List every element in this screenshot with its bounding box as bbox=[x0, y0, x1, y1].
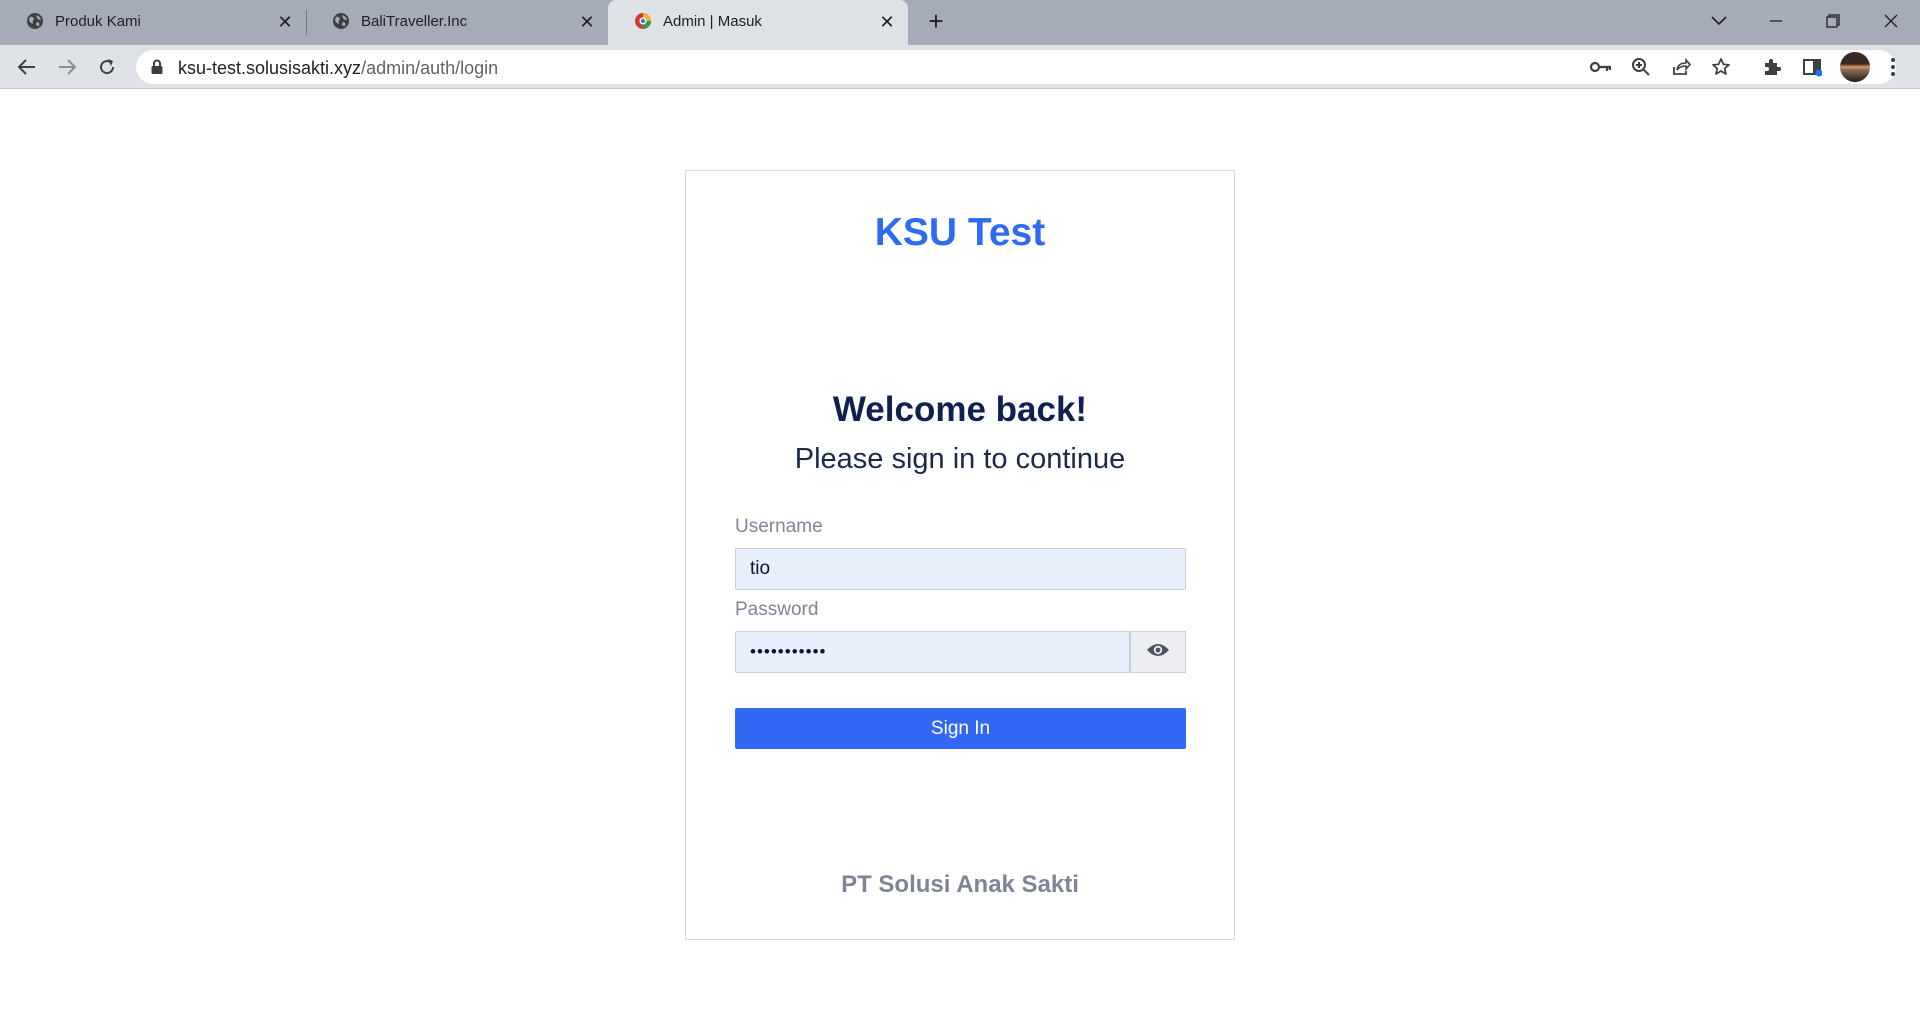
extensions-puzzle-icon[interactable] bbox=[1757, 52, 1787, 82]
new-tab-button[interactable]: + bbox=[922, 8, 950, 36]
restore-icon[interactable] bbox=[1818, 6, 1848, 36]
share-icon[interactable] bbox=[1669, 55, 1693, 79]
lock-icon[interactable] bbox=[150, 59, 164, 75]
close-icon[interactable]: ✕ bbox=[878, 13, 896, 31]
window-close-icon[interactable] bbox=[1876, 6, 1906, 36]
more-menu-icon[interactable] bbox=[1878, 52, 1908, 82]
url-host: ksu-test.solusisakti.xyz bbox=[178, 58, 362, 78]
reload-icon[interactable] bbox=[92, 52, 122, 82]
username-input[interactable] bbox=[735, 548, 1186, 590]
minimize-icon[interactable] bbox=[1761, 6, 1791, 36]
eye-icon bbox=[1146, 642, 1170, 663]
browser-tab-strip: Produk Kami ✕ BaliTraveller.Inc ✕ Admin … bbox=[0, 0, 1920, 45]
profile-avatar[interactable] bbox=[1840, 52, 1870, 82]
browser-tab-produk-kami[interactable]: Produk Kami ✕ bbox=[0, 0, 306, 45]
password-label: Password bbox=[735, 599, 819, 620]
bookmark-star-icon[interactable] bbox=[1709, 55, 1733, 79]
signin-subheading: Please sign in to continue bbox=[794, 443, 1126, 475]
login-card: KSU Test Welcome back! Please sign in to… bbox=[685, 170, 1235, 940]
globe-icon bbox=[332, 12, 350, 30]
browser-tab-admin-masuk[interactable]: Admin | Masuk ✕ bbox=[608, 0, 908, 45]
tab-title: Admin | Masuk bbox=[663, 13, 762, 30]
tab-title: Produk Kami bbox=[55, 13, 141, 30]
password-key-icon[interactable] bbox=[1589, 55, 1613, 79]
browser-tab-balitraveller[interactable]: BaliTraveller.Inc ✕ bbox=[306, 0, 608, 45]
username-label: Username bbox=[735, 516, 823, 537]
close-icon[interactable]: ✕ bbox=[276, 13, 294, 31]
company-footer: PT Solusi Anak Sakti bbox=[841, 871, 1079, 898]
welcome-heading: Welcome back! bbox=[832, 390, 1088, 429]
address-bar[interactable]: ksu-test.solusisakti.xyz/admin/auth/logi… bbox=[136, 50, 1896, 84]
browser-toolbar: ksu-test.solusisakti.xyz/admin/auth/logi… bbox=[0, 45, 1920, 89]
brand-title: KSU Test bbox=[874, 211, 1046, 254]
show-password-button[interactable] bbox=[1130, 631, 1186, 673]
forward-arrow-icon[interactable] bbox=[52, 52, 82, 82]
sign-in-button[interactable]: Sign In bbox=[735, 708, 1186, 749]
side-panel-icon[interactable] bbox=[1797, 52, 1827, 82]
zoom-icon[interactable] bbox=[1629, 55, 1653, 79]
tab-search-chevron-down-icon[interactable] bbox=[1704, 6, 1734, 36]
close-icon[interactable]: ✕ bbox=[578, 13, 596, 31]
globe-icon bbox=[26, 12, 44, 30]
url-text[interactable]: ksu-test.solusisakti.xyz/admin/auth/logi… bbox=[178, 58, 498, 79]
password-input[interactable] bbox=[735, 631, 1130, 673]
back-arrow-icon[interactable] bbox=[12, 52, 42, 82]
url-path: /admin/auth/login bbox=[361, 58, 499, 78]
app-logo-icon bbox=[634, 12, 652, 30]
tab-title: BaliTraveller.Inc bbox=[361, 13, 468, 30]
